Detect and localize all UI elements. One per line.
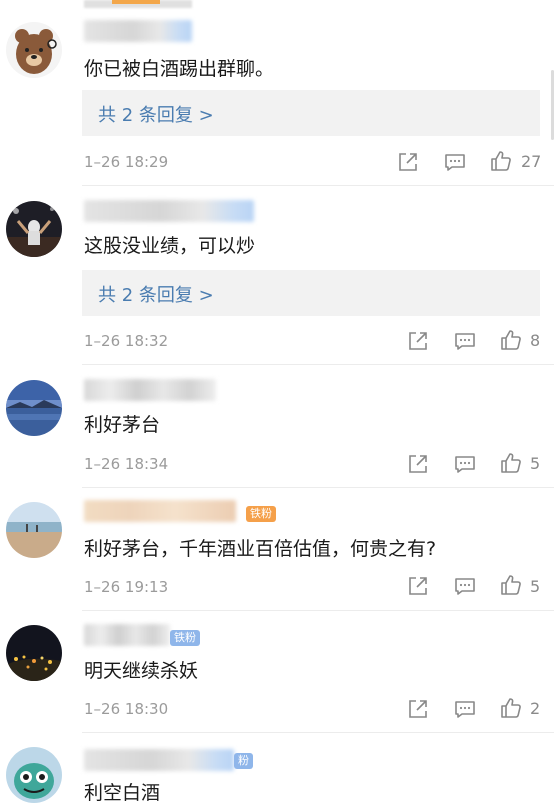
share-icon[interactable] [406, 697, 430, 721]
comment-time: 1–26 18:30 [84, 700, 169, 718]
thumbs-up-icon[interactable] [499, 328, 523, 352]
reply-count-label: 共 2 条回复 > [98, 105, 214, 126]
like-count: 5 [530, 577, 541, 596]
fan-badge: 铁粉 [246, 506, 276, 522]
thumbs-up-icon[interactable] [499, 573, 523, 597]
comment-text: 利好茅台 [84, 414, 161, 436]
green-monster-avatar[interactable] [6, 747, 62, 803]
divider [82, 364, 554, 365]
comment-text: 利好茅台，千年酒业百倍估值，何贵之有? [84, 538, 437, 560]
fan-badge: 粉 [234, 753, 253, 769]
share-icon[interactable] [406, 329, 430, 353]
username[interactable] [84, 20, 192, 42]
like-count: 27 [521, 152, 542, 171]
thumbs-up-icon[interactable] [499, 451, 523, 475]
divider [82, 185, 554, 186]
basketball-player-avatar[interactable] [6, 201, 62, 257]
comment-icon[interactable] [453, 574, 477, 598]
username[interactable] [84, 200, 254, 222]
lake-landscape-avatar[interactable] [6, 380, 62, 436]
comment-time: 1–26 18:34 [84, 455, 169, 473]
like-count: 8 [530, 331, 541, 350]
comment-icon[interactable] [453, 329, 477, 353]
night-city-avatar[interactable] [6, 625, 62, 681]
like-count: 2 [530, 699, 541, 718]
beach-avatar[interactable] [6, 502, 62, 558]
comment-icon[interactable] [443, 150, 467, 174]
divider [82, 487, 554, 488]
divider [82, 732, 554, 733]
share-icon[interactable] [396, 150, 420, 174]
reply-count-label: 共 2 条回复 > [98, 285, 214, 306]
username[interactable] [84, 379, 216, 401]
username[interactable] [84, 749, 234, 771]
thumbs-up-icon[interactable] [489, 149, 513, 173]
previous-comment-badge [112, 0, 160, 4]
view-replies-button[interactable]: 共 2 条回复 > [82, 90, 540, 136]
thumbs-up-icon[interactable] [499, 696, 523, 720]
view-replies-button[interactable]: 共 2 条回复 > [82, 270, 540, 316]
comment-text: 你已被白酒踢出群聊。 [84, 58, 275, 80]
share-icon[interactable] [406, 574, 430, 598]
divider [82, 610, 554, 611]
comment-icon[interactable] [453, 697, 477, 721]
comment-icon[interactable] [453, 452, 477, 476]
brown-bear-avatar[interactable] [6, 22, 62, 78]
like-count: 5 [530, 454, 541, 473]
comment-time: 1–26 18:29 [84, 153, 169, 171]
comment-text: 利空白酒 [84, 782, 161, 804]
comment-text: 明天继续杀妖 [84, 660, 199, 682]
comment-text: 这股没业绩，可以炒 [84, 235, 256, 257]
comment-time: 1–26 18:32 [84, 332, 169, 350]
fan-badge: 铁粉 [170, 630, 200, 646]
username[interactable] [84, 624, 170, 646]
username[interactable] [84, 500, 236, 522]
comment-time: 1–26 19:13 [84, 578, 169, 596]
share-icon[interactable] [406, 452, 430, 476]
